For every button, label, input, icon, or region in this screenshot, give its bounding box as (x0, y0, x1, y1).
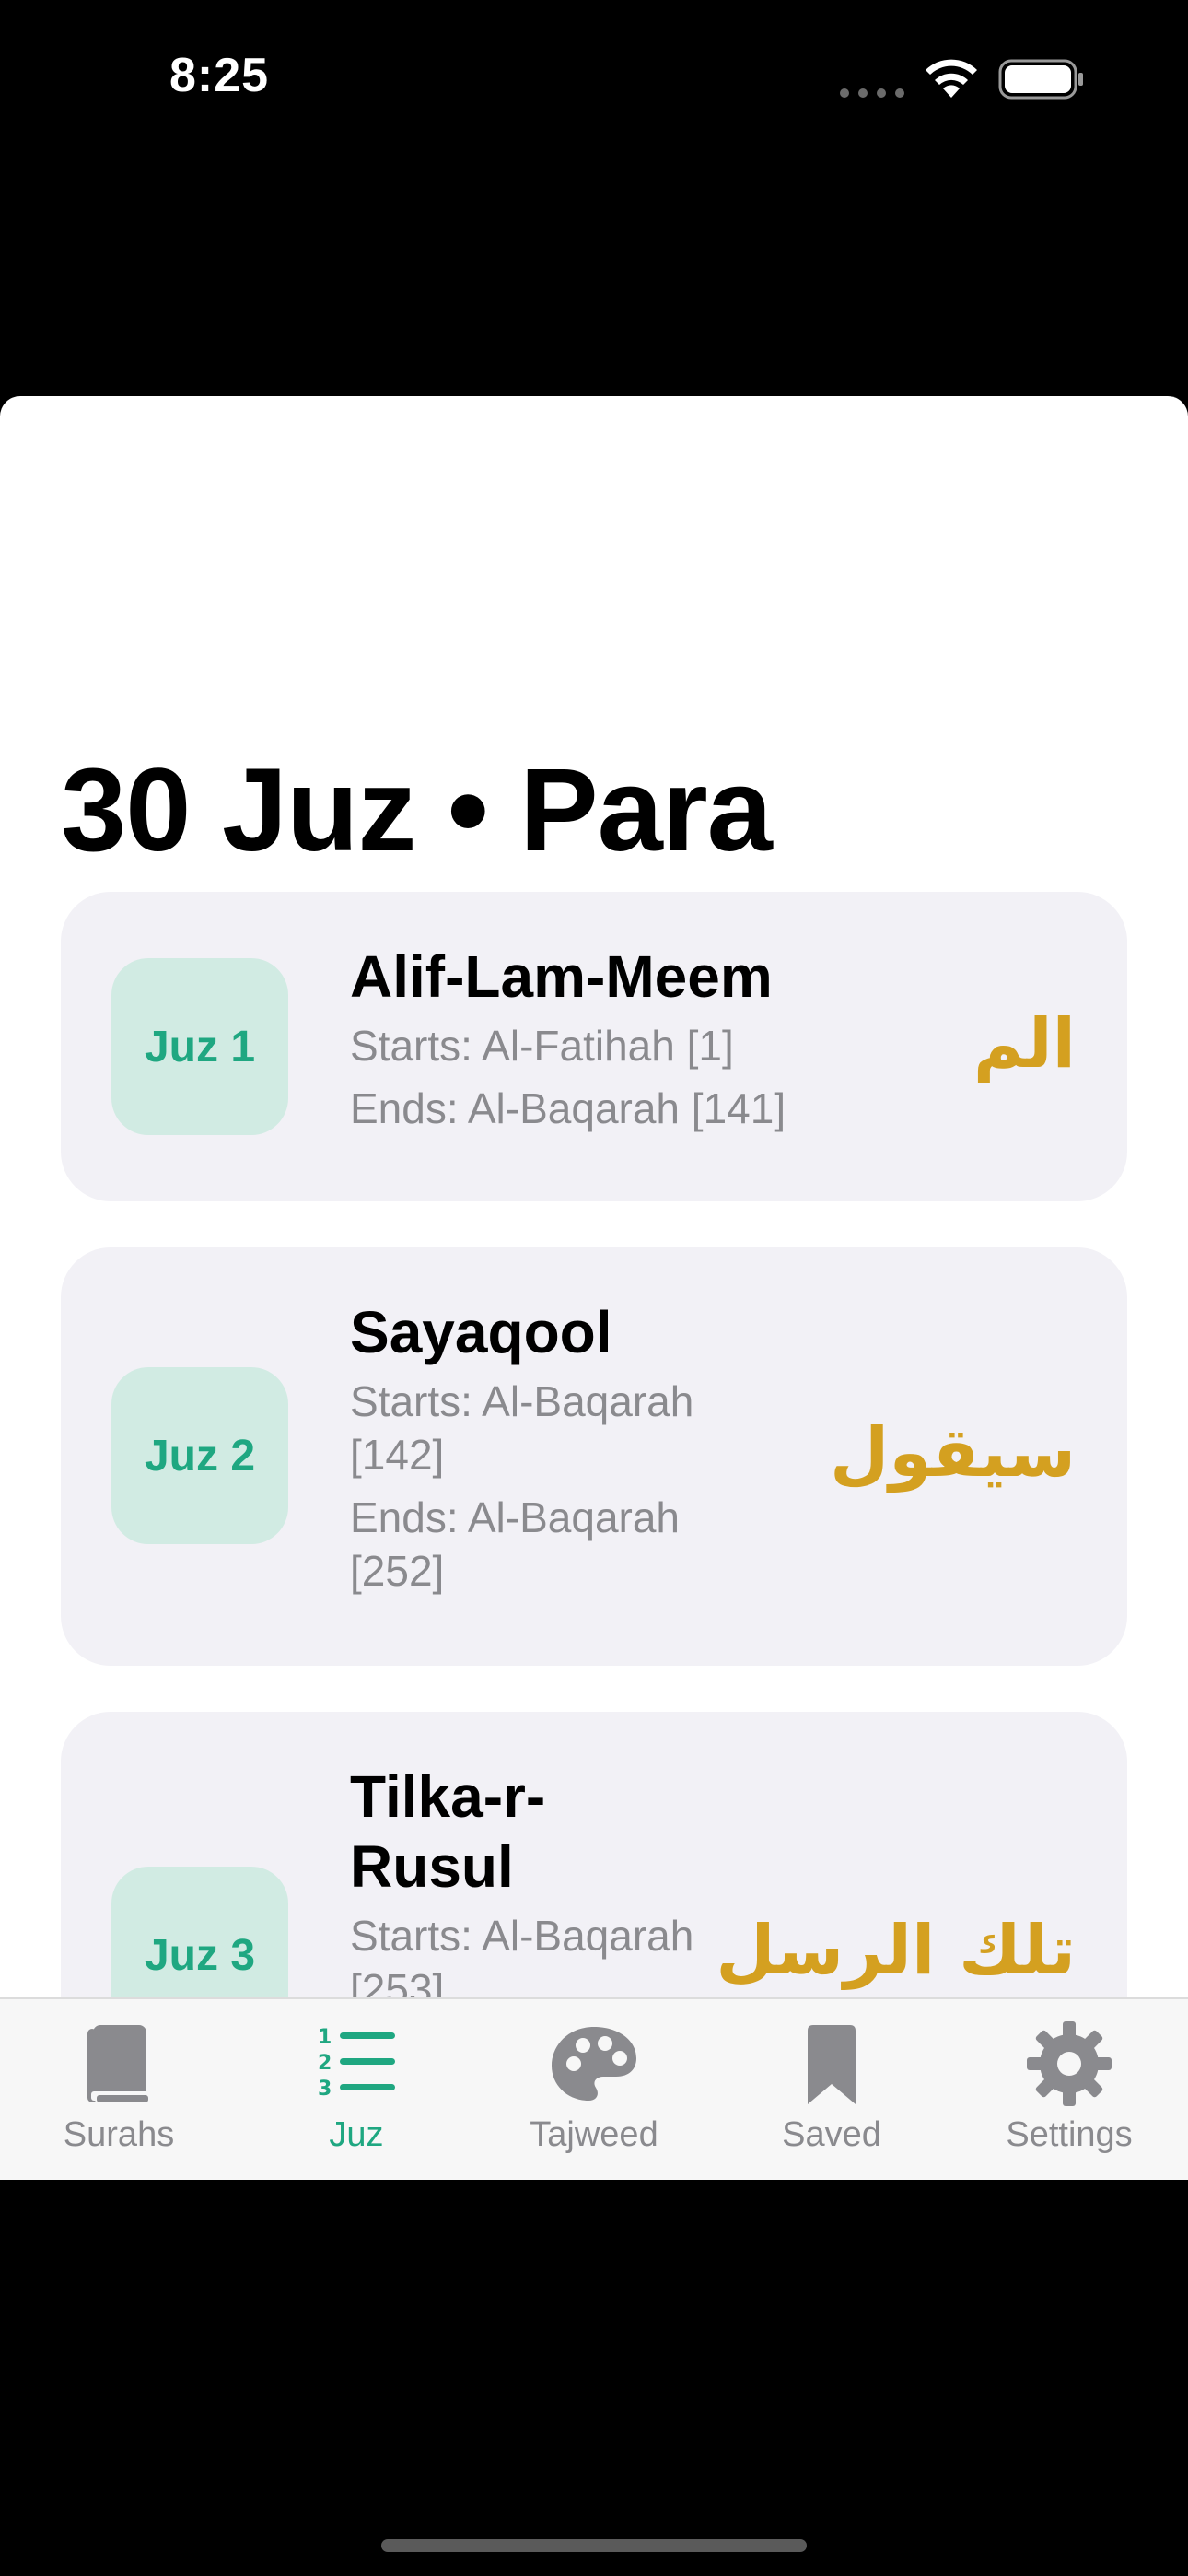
tab-settings[interactable]: Settings (950, 1999, 1188, 2180)
tab-tajweed[interactable]: Tajweed (475, 1999, 713, 2180)
juz-card-text: Alif-Lam-Meem Starts: Al-Fatihah [1] End… (350, 942, 921, 1144)
numbered-list-icon: 1 2 3 (318, 2026, 395, 2101)
juz-badge: Juz 3 (111, 1867, 288, 2007)
juz-arabic-name: تلك الرسل (716, 1911, 1076, 1990)
wifi-icon (926, 59, 977, 98)
bookmark-icon (808, 2025, 856, 2104)
tab-label: Tajweed (530, 2115, 658, 2154)
juz-ends: Ends: Al-Baqarah [141] (350, 1084, 786, 1132)
tab-surahs[interactable]: Surahs (0, 1999, 238, 2180)
juz-name: Tilka-r-Rusul (350, 1763, 546, 1900)
svg-text:2: 2 (318, 2052, 332, 2075)
juz-sheet: 30 Juz • Para Juz 1 Alif-Lam-Meem Starts… (0, 396, 1188, 2180)
signal-dots-icon (840, 88, 904, 98)
tab-bar: Surahs 1 2 3 Juz Tajweed Saved Settings (0, 1997, 1188, 2180)
juz-list[interactable]: Juz 1 Alif-Lam-Meem Starts: Al-Fatihah [… (0, 892, 1188, 2007)
tab-label: Saved (782, 2115, 881, 2154)
tab-label: Juz (329, 2115, 384, 2154)
juz-card-2[interactable]: Juz 2 Sayaqool Starts: Al-Baqarah [142] … (61, 1247, 1127, 1666)
tab-saved[interactable]: Saved (713, 1999, 950, 2180)
svg-text:3: 3 (318, 2078, 332, 2101)
juz-badge: Juz 1 (111, 958, 288, 1135)
status-time: 8:25 (169, 49, 270, 102)
juz-ends: Ends: Al-Baqarah [252] (350, 1493, 681, 1595)
juz-card-1[interactable]: Juz 1 Alif-Lam-Meem Starts: Al-Fatihah [… (61, 892, 1127, 1201)
juz-arabic-name: سيقول (830, 1413, 1076, 1493)
gear-icon (1027, 2021, 1112, 2106)
juz-card-3[interactable]: Juz 3 Tilka-r-Rusul Starts: Al-Baqarah [… (61, 1712, 1127, 2007)
palette-icon (552, 2027, 636, 2101)
page-title: 30 Juz • Para (61, 744, 773, 876)
juz-name: Alif-Lam-Meem (350, 943, 773, 1010)
tab-label: Surahs (63, 2115, 175, 2154)
home-indicator[interactable] (381, 2539, 807, 2552)
book-icon (87, 2025, 148, 2102)
tab-label: Settings (1006, 2115, 1133, 2154)
juz-card-text: Sayaqool Starts: Al-Baqarah [142] Ends: … (350, 1297, 829, 1607)
status-bar: 8:25 (0, 0, 1188, 157)
juz-starts: Starts: Al-Baqarah [142] (350, 1377, 694, 1479)
juz-name: Sayaqool (350, 1299, 612, 1365)
juz-arabic-name: الم (973, 1004, 1076, 1083)
svg-text:1: 1 (318, 2026, 332, 2049)
juz-badge: Juz 2 (111, 1367, 288, 1544)
juz-starts: Starts: Al-Fatihah [1] (350, 1022, 734, 1070)
battery-icon (998, 59, 1083, 100)
tab-juz[interactable]: 1 2 3 Juz (238, 1999, 475, 2180)
app-screen: 8:25 30 Juz • Para Juz 1 Alif-Lam-Meem S… (0, 0, 1188, 2576)
